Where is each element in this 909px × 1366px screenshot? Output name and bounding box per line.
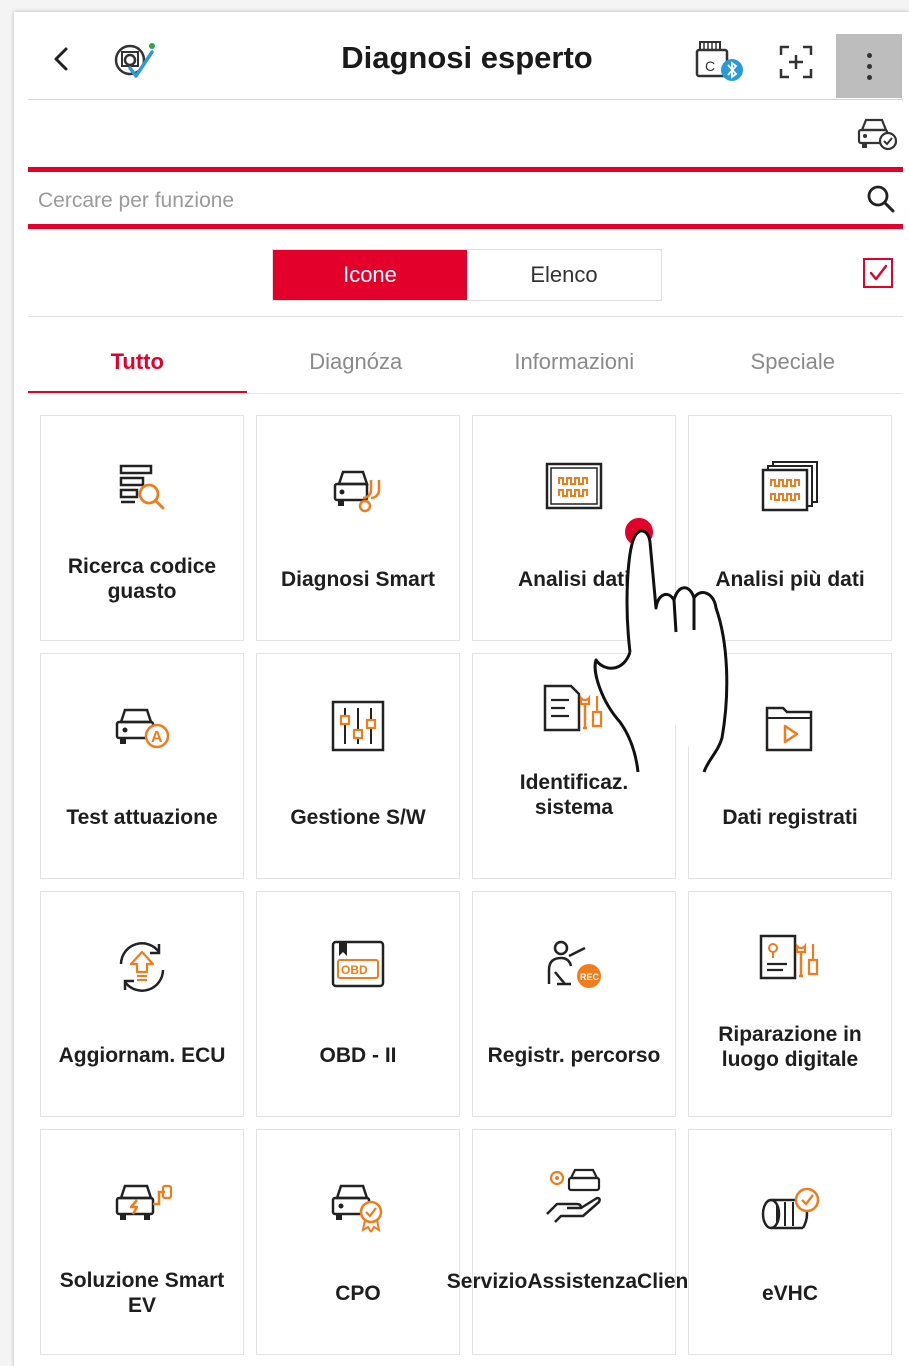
tile-servizio-assistenza-clienti[interactable]: ServizioAssistenzaClienti: [446, 1129, 702, 1355]
tab-informazioni[interactable]: Informazioni: [465, 330, 684, 394]
tab-diagnoza[interactable]: Diagnóza: [247, 330, 466, 394]
tab-tutto[interactable]: Tutto: [28, 330, 247, 394]
tap-hand-icon: [593, 514, 729, 773]
toggle-elenco[interactable]: Elenco: [467, 250, 661, 300]
more-options-button[interactable]: [836, 34, 902, 98]
search-border-top: [28, 167, 903, 172]
back-button[interactable]: [44, 42, 78, 76]
tile-test-attuazione[interactable]: A Test attuazione: [40, 653, 244, 879]
tile-riparazione-digitale[interactable]: Riparazione in luogo digitale: [688, 891, 892, 1117]
scan-add-button[interactable]: [778, 44, 814, 80]
page-title: Diagnosi esperto: [341, 40, 593, 75]
select-checkbox[interactable]: [863, 258, 893, 288]
tile-registr-percorso[interactable]: REC Registr. percorso: [472, 891, 676, 1117]
tile-label: Diagnosi Smart: [280, 567, 436, 591]
vehicle-status-button[interactable]: [108, 38, 158, 84]
tile-label: eVHC: [761, 1281, 819, 1305]
vehicle-check-icon: [114, 43, 155, 78]
multi-data-analysis-icon: [761, 461, 818, 512]
category-tabs: Tutto Diagnóza Informazioni Speciale: [28, 330, 902, 394]
tabs-divider: [28, 393, 903, 394]
tile-label: CPO: [335, 1281, 381, 1305]
scan-add-icon: [779, 45, 813, 79]
tile-aggiornam-ecu[interactable]: Aggiornam. ECU: [40, 891, 244, 1117]
ecu-update-icon: [119, 942, 165, 992]
tile-label: OBD - II: [319, 1043, 397, 1067]
ev-solution-icon: [115, 1184, 173, 1220]
tile-label: Riparazione in luogo digitale: [718, 1023, 862, 1071]
software-management-icon: [331, 700, 385, 752]
tile-ricerca-codice-guasto[interactable]: Ricerca codice guasto: [40, 415, 244, 641]
svg-text:A: A: [151, 729, 163, 746]
search-input[interactable]: [36, 182, 840, 220]
svg-text:OBD: OBD: [341, 963, 368, 977]
tile-gestione-sw[interactable]: Gestione S/W: [256, 653, 460, 879]
smart-diagnosis-icon: [333, 470, 381, 513]
function-grid: Ricerca codice guasto Diagnosi Smart Ana…: [40, 415, 892, 1355]
tile-diagnosi-smart[interactable]: Diagnosi Smart: [256, 415, 460, 641]
more-vertical-icon: [866, 52, 872, 58]
tile-obd-ii[interactable]: OBD OBD - II: [256, 891, 460, 1117]
app-window: Diagnosi esperto C Cercare per funzione …: [14, 12, 909, 1366]
fault-code-search-icon: [119, 464, 165, 510]
tile-label: Registr. percorso: [487, 1043, 661, 1067]
tile-label: Dati registrati: [722, 805, 858, 829]
tile-label: Aggiornam. ECU: [58, 1043, 226, 1067]
svg-text:REC: REC: [580, 972, 600, 982]
search-icon: [867, 185, 895, 213]
vci-bluetooth-icon: C: [695, 41, 743, 81]
actuation-test-icon: A: [115, 708, 170, 749]
tile-label: Soluzione Smart EV: [59, 1269, 225, 1317]
tile-evhc[interactable]: eVHC: [688, 1129, 892, 1355]
tile-label: Ricerca codice guasto: [67, 555, 217, 603]
obd-icon: OBD: [331, 940, 385, 988]
tile-label: ServizioAssistenzaClienti: [446, 1269, 702, 1293]
tile-label: Test attuazione: [66, 805, 218, 829]
search-border-bottom: [28, 224, 903, 229]
toggle-divider: [28, 316, 903, 317]
route-recording-icon: REC: [547, 940, 601, 988]
vci-connection-button[interactable]: C: [694, 40, 746, 84]
toggle-icone[interactable]: Icone: [273, 250, 467, 300]
header: Diagnosi esperto C: [14, 12, 909, 151]
search-button[interactable]: [866, 184, 896, 214]
vehicle-history-button[interactable]: [856, 116, 898, 152]
tile-cpo[interactable]: CPO: [256, 1129, 460, 1355]
tab-speciale[interactable]: Speciale: [684, 330, 903, 394]
header-divider: [28, 99, 903, 100]
view-toggle: Icone Elenco: [272, 249, 662, 301]
check-icon: [869, 264, 888, 281]
customer-service-icon: [546, 1168, 601, 1223]
digital-repair-icon: [759, 934, 819, 980]
cpo-icon: [331, 1184, 383, 1233]
car-clock-icon: [857, 118, 898, 151]
chevron-left-icon: [54, 47, 68, 71]
evhc-icon: [761, 1187, 820, 1230]
tile-soluzione-smart-ev[interactable]: Soluzione Smart EV: [40, 1129, 244, 1355]
svg-text:C: C: [705, 58, 715, 74]
recorded-data-icon: [765, 706, 813, 752]
tile-label: Gestione S/W: [290, 805, 426, 829]
